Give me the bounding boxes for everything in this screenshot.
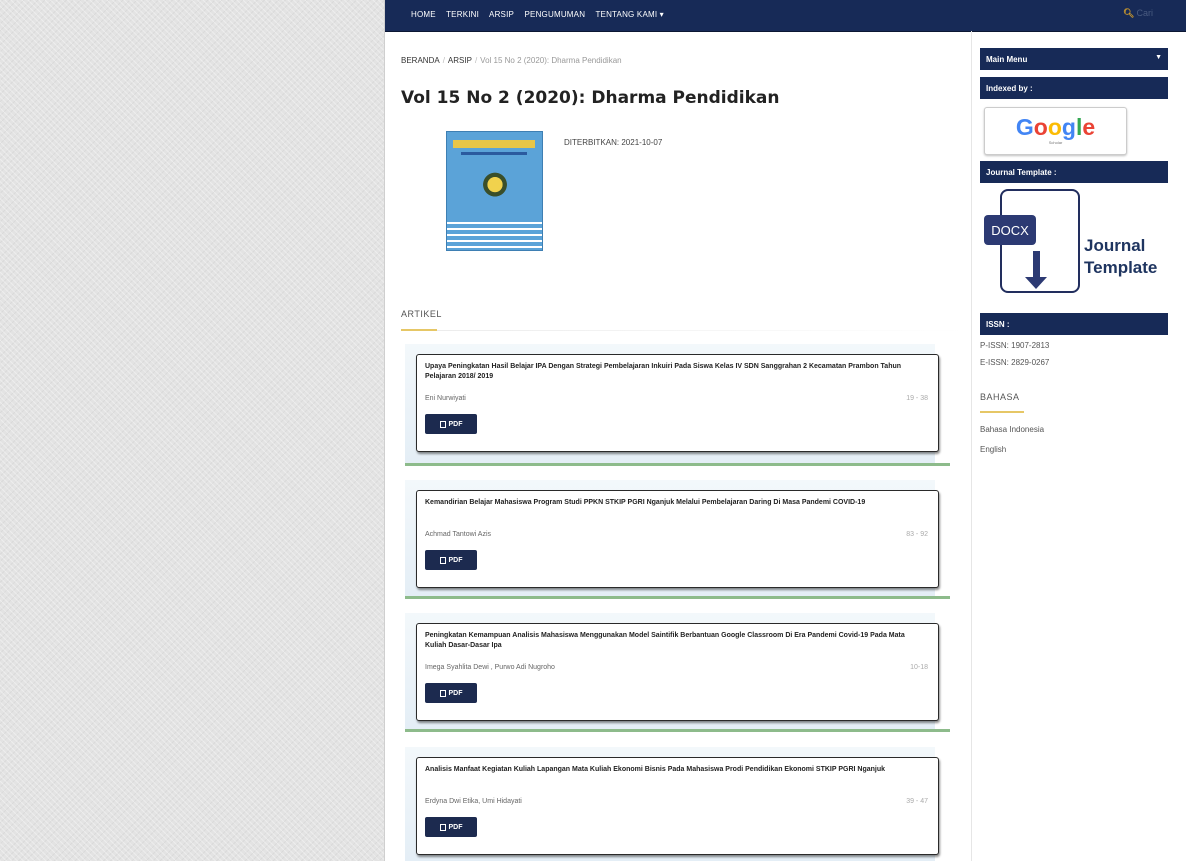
article-card-inner: Peningkatan Kemampuan Analisis Mahasiswa… <box>416 623 939 721</box>
search-label: Cari <box>1136 8 1153 18</box>
main-menu-toggle[interactable]: Main Menu ▼ <box>980 48 1168 70</box>
breadcrumb-current: Vol 15 No 2 (2020): Dharma Pendidikan <box>480 56 622 65</box>
cover-emblem <box>483 172 507 200</box>
docx-badge: DOCX <box>984 215 1036 245</box>
article-card-inner: Analisis Manfaat Kegiatan Kuliah Lapanga… <box>416 757 939 855</box>
nav-menu: HOME TERKINI ARSIP PENGUMUMAN TENTANG KA… <box>411 10 672 19</box>
published-label: DITERBITKAN: <box>564 138 620 147</box>
main-menu-label: Main Menu <box>986 55 1028 64</box>
pdf-label: PDF <box>448 556 463 564</box>
section-divider <box>437 330 967 331</box>
main-content: BERANDA / ARSIP / Vol 15 No 2 (2020): Dharma… <box>401 31 971 861</box>
breadcrumb-archive[interactable]: ARSIP <box>448 56 472 65</box>
e-issn: E-ISSN: 2829-0267 <box>980 358 1050 367</box>
breadcrumb-separator: / <box>474 56 478 65</box>
journal-template-heading: Journal Template : <box>980 161 1168 183</box>
search-icon: 🔍︎ <box>1123 8 1135 18</box>
article-title-link[interactable]: Upaya Peningkatan Hasil Belajar IPA Deng… <box>425 362 925 382</box>
article-card: Kemandirian Belajar Mahasiswa Program St… <box>405 480 950 599</box>
article-divider <box>405 729 950 732</box>
pdf-file-icon <box>439 420 446 428</box>
caret-down-icon: ▼ <box>1155 54 1162 61</box>
article-authors: Achmad Tantowi Azis <box>425 531 492 538</box>
cover-stripes <box>447 222 542 250</box>
pdf-label: PDF <box>448 689 463 697</box>
pdf-button[interactable]: PDF <box>425 817 477 837</box>
download-arrow-icon <box>1033 251 1040 279</box>
article-card-inner: Upaya Peningkatan Hasil Belajar IPA Deng… <box>416 354 939 452</box>
google-scholar-sub: Scholar <box>1048 140 1063 145</box>
article-card: Analisis Manfaat Kegiatan Kuliah Lapanga… <box>405 747 939 861</box>
pdf-button[interactable]: PDF <box>425 683 477 703</box>
issn-heading-label: ISSN : <box>986 320 1010 329</box>
article-title-link[interactable]: Analisis Manfaat Kegiatan Kuliah Lapanga… <box>425 765 925 775</box>
journal-template-label: Journal Template <box>1084 235 1157 279</box>
pdf-label: PDF <box>448 823 463 831</box>
article-card: Peningkatan Kemampuan Analisis Mahasiswa… <box>405 613 950 732</box>
top-navbar: HOME TERKINI ARSIP PENGUMUMAN TENTANG KA… <box>385 0 1186 32</box>
indexed-by-label: Indexed by : <box>986 84 1033 93</box>
article-authors: Erdyna Dwi Etika, Umi Hidayati <box>425 798 522 805</box>
article-pages: 10-18 <box>910 664 928 671</box>
article-pages: 19 - 38 <box>906 395 928 402</box>
article-authors: Eni Nurwiyati <box>425 395 466 402</box>
sidebar: Main Menu ▼ Indexed by : Google Scholar … <box>971 31 1186 861</box>
language-indonesian[interactable]: Bahasa Indonesia <box>980 425 1044 434</box>
pdf-file-icon <box>439 823 446 831</box>
breadcrumb-home[interactable]: BERANDA <box>401 56 440 65</box>
google-scholar-link[interactable]: Google Scholar <box>984 107 1127 155</box>
section-underline <box>401 329 437 331</box>
nav-announcements[interactable]: PENGUMUMAN <box>525 10 586 19</box>
breadcrumb: BERANDA / ARSIP / Vol 15 No 2 (2020): Dharma… <box>401 56 622 65</box>
nav-about-dropdown[interactable]: TENTANG KAMI ▾ <box>595 10 663 19</box>
article-divider <box>405 596 950 599</box>
article-card-inner: Kemandirian Belajar Mahasiswa Program St… <box>416 490 939 588</box>
journal-template-heading-label: Journal Template : <box>986 168 1057 177</box>
published-date: 2021-10-07 <box>621 138 663 147</box>
articles-heading: ARTIKEL <box>401 309 442 319</box>
cover-header-band <box>453 140 535 148</box>
language-underline <box>980 411 1024 413</box>
pdf-button[interactable]: PDF <box>425 414 477 434</box>
pdf-file-icon <box>439 689 446 697</box>
issn-heading: ISSN : <box>980 313 1168 335</box>
page-title: Vol 15 No 2 (2020): Dharma Pendidikan <box>401 88 780 108</box>
article-pages: 83 - 92 <box>906 531 928 538</box>
journal-template-download[interactable]: DOCX Journal Template <box>984 189 1172 303</box>
article-divider <box>405 463 950 466</box>
article-title-link[interactable]: Kemandirian Belajar Mahasiswa Program St… <box>425 498 925 508</box>
article-card: Upaya Peningkatan Hasil Belajar IPA Deng… <box>405 344 950 466</box>
pdf-file-icon <box>439 556 446 564</box>
nav-home[interactable]: HOME <box>411 10 436 19</box>
search-button[interactable]: 🔍︎ Cari <box>1123 8 1153 19</box>
language-english[interactable]: English <box>980 445 1006 454</box>
template-label-line1: Journal <box>1084 236 1146 255</box>
template-label-line2: Template <box>1084 258 1158 277</box>
nav-current[interactable]: TERKINI <box>446 10 479 19</box>
download-arrow-head <box>1025 277 1047 289</box>
article-pages: 39 - 47 <box>906 798 928 805</box>
pdf-label: PDF <box>448 420 463 428</box>
issue-cover-image[interactable] <box>446 131 543 251</box>
nav-archive[interactable]: ARSIP <box>489 10 514 19</box>
article-title-link[interactable]: Peningkatan Kemampuan Analisis Mahasiswa… <box>425 631 925 651</box>
page-container: HOME TERKINI ARSIP PENGUMUMAN TENTANG KA… <box>384 0 1186 861</box>
indexed-by-heading: Indexed by : <box>980 77 1168 99</box>
language-heading: BAHASA <box>980 392 1020 402</box>
google-logo: Google <box>1015 114 1096 140</box>
cover-subtitle-band <box>461 152 527 155</box>
published-info: DITERBITKAN: 2021-10-07 <box>564 138 662 147</box>
pdf-button[interactable]: PDF <box>425 550 477 570</box>
breadcrumb-separator: / <box>442 56 445 65</box>
article-authors: Imega Syahlita Dewi , Purwo Adi Nugroho <box>425 664 555 671</box>
p-issn: P-ISSN: 1907-2813 <box>980 341 1050 350</box>
